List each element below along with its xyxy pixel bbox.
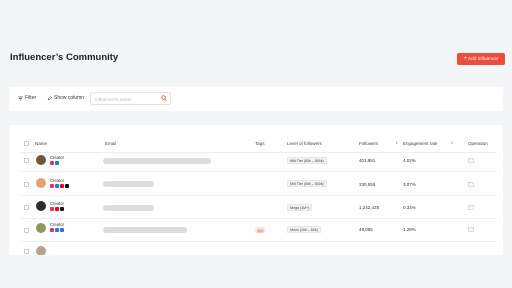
filter-label: Filter <box>25 95 37 101</box>
header-engagement-label: Engagement rate <box>403 141 438 146</box>
instagram-icon[interactable] <box>50 161 54 165</box>
add-influencer-label: Add influencer <box>467 56 499 62</box>
creator-name[interactable]: Creator <box>50 222 64 227</box>
column-header-name: Name <box>35 141 47 146</box>
more-options-button[interactable]: ··· <box>468 205 474 210</box>
email-value-redacted <box>103 181 154 187</box>
level-badge: Micro (10k – 50k) <box>287 226 321 233</box>
search-icon[interactable] <box>161 95 167 101</box>
plus-icon: + <box>463 56 467 62</box>
header-followers-label: Followers <box>359 141 379 146</box>
email-value-redacted <box>103 205 154 211</box>
select-all-checkbox[interactable] <box>24 141 29 146</box>
header-tags-label: Tags <box>255 141 265 146</box>
row-checkbox[interactable] <box>24 182 29 187</box>
level-badge: Mid Tier (50k – 500k) <box>287 180 327 187</box>
header-email-label: Email <box>105 141 117 146</box>
column-header-tags: Tags <box>255 141 265 146</box>
filter-icon <box>18 96 23 100</box>
row-checkbox[interactable] <box>24 249 29 254</box>
engagement-value: 4.02% <box>403 158 416 163</box>
row-checkbox[interactable] <box>24 228 29 233</box>
page: Influencer’s Community + Add influencer … <box>0 0 512 288</box>
creator-name[interactable]: Creator <box>50 155 64 160</box>
more-options-button[interactable]: ··· <box>468 158 474 163</box>
divider <box>19 241 497 242</box>
sort-icon[interactable]: ⬍ <box>395 141 398 146</box>
level-badge: Mid Tier (50k – 500k) <box>287 157 327 164</box>
page-header: Influencer’s Community + Add influencer <box>0 0 512 86</box>
search-input[interactable]: Influencer's name <box>90 92 171 105</box>
instagram-icon[interactable] <box>50 228 54 232</box>
more-options-button[interactable]: ··· <box>468 182 474 187</box>
email-value-redacted <box>103 158 211 164</box>
instagram-icon[interactable] <box>50 207 54 211</box>
add-influencer-button[interactable]: + Add influencer <box>457 53 505 65</box>
social-links <box>50 161 59 165</box>
followers-value: 401,951 <box>359 158 376 163</box>
engagement-value: 1.28% <box>403 227 416 232</box>
engagement-value: 0.34% <box>403 205 416 210</box>
creator-name[interactable]: Creator <box>50 201 64 206</box>
influencer-table: Name Email Tags Level of followers Follo… <box>9 125 503 255</box>
column-header-engagement[interactable]: Engagement rate ⬍ <box>403 141 453 146</box>
facebook-icon[interactable] <box>55 161 59 165</box>
email-value-redacted <box>103 227 187 233</box>
engagement-value: 3.07% <box>403 182 416 187</box>
header-level-label: Level of followers <box>287 141 322 146</box>
tag-chip: 运动 <box>255 227 266 233</box>
column-header-followers[interactable]: Followers ⬍ <box>359 141 398 146</box>
avatar[interactable] <box>36 155 46 165</box>
youtube-icon[interactable] <box>55 207 59 211</box>
column-header-email: Email <box>105 141 116 146</box>
show-column-label: Show column <box>54 95 85 101</box>
header-operation-label: Operation <box>468 141 488 146</box>
followers-value: 330,555 <box>359 182 376 187</box>
level-badge: Mega (1M+) <box>287 204 313 211</box>
divider <box>19 152 497 153</box>
instagram-icon[interactable] <box>50 184 54 188</box>
avatar[interactable] <box>36 178 46 188</box>
facebook-icon[interactable] <box>55 228 59 232</box>
followers-value: 49,095 <box>359 227 373 232</box>
avatar[interactable] <box>36 223 46 233</box>
filter-button[interactable]: Filter <box>18 95 36 101</box>
row-checkbox[interactable] <box>24 205 29 210</box>
page-title: Influencer’s Community <box>10 52 119 63</box>
facebook-icon[interactable] <box>55 184 59 188</box>
divider <box>19 195 497 196</box>
column-header-operation: Operation <box>468 141 488 146</box>
youtube-icon[interactable] <box>60 184 64 188</box>
more-options-button[interactable]: ··· <box>468 227 474 232</box>
social-links <box>50 228 64 232</box>
social-links <box>50 184 69 188</box>
twitter-icon[interactable] <box>60 228 64 232</box>
show-column-button[interactable]: Show column <box>47 95 84 101</box>
header-name-label: Name <box>35 141 48 146</box>
tiktok-icon[interactable] <box>60 207 64 211</box>
search-placeholder: Influencer's name <box>95 96 132 102</box>
divider <box>19 218 497 219</box>
avatar[interactable] <box>36 246 46 255</box>
pencil-icon <box>47 95 52 100</box>
column-header-level: Level of followers <box>287 141 322 146</box>
followers-value: 1,242,428 <box>359 205 380 210</box>
divider <box>19 171 497 172</box>
sort-icon[interactable]: ⬍ <box>451 141 454 146</box>
tiktok-icon[interactable] <box>65 184 69 188</box>
row-checkbox[interactable] <box>24 158 29 163</box>
filter-toolbar: Filter Show column Influencer's name <box>9 87 503 111</box>
avatar[interactable] <box>36 201 46 211</box>
creator-name[interactable]: Creator <box>50 178 64 183</box>
social-links <box>50 207 64 211</box>
